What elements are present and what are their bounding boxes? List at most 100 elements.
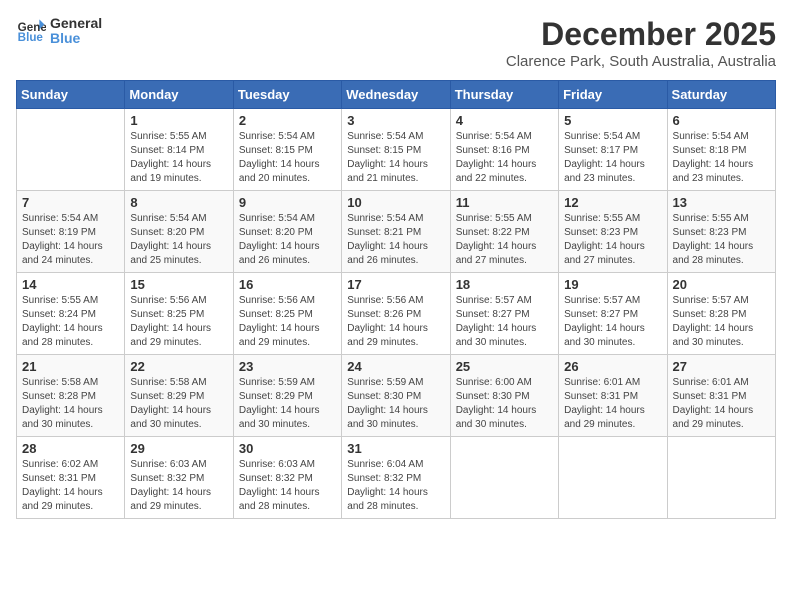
calendar-cell <box>17 109 125 191</box>
day-number: 24 <box>347 359 444 374</box>
day-info: Sunrise: 5:56 AM Sunset: 8:25 PM Dayligh… <box>239 294 336 350</box>
day-info: Sunrise: 5:56 AM Sunset: 8:25 PM Dayligh… <box>130 294 227 350</box>
day-info: Sunrise: 6:03 AM Sunset: 8:32 PM Dayligh… <box>130 458 227 514</box>
day-info: Sunrise: 5:54 AM Sunset: 8:20 PM Dayligh… <box>239 212 336 268</box>
day-info: Sunrise: 5:57 AM Sunset: 8:28 PM Dayligh… <box>673 294 770 350</box>
calendar-week-1: 1Sunrise: 5:55 AM Sunset: 8:14 PM Daylig… <box>17 109 776 191</box>
calendar-header-row: SundayMondayTuesdayWednesdayThursdayFrid… <box>17 81 776 109</box>
day-number: 2 <box>239 113 336 128</box>
logo-general: General <box>50 16 102 31</box>
calendar-cell: 19 Sunrise: 5:57 AM Sunset: 8:27 PM Dayli… <box>559 273 667 355</box>
header-monday: Monday <box>125 81 233 109</box>
day-number: 30 <box>239 441 336 456</box>
day-number: 7 <box>22 195 119 210</box>
day-info: Sunrise: 5:54 AM Sunset: 8:18 PM Dayligh… <box>673 130 770 186</box>
day-info: Sunrise: 6:04 AM Sunset: 8:32 PM Dayligh… <box>347 458 444 514</box>
calendar-body: 1Sunrise: 5:55 AM Sunset: 8:14 PM Daylig… <box>17 109 776 519</box>
calendar-cell: 20Sunrise: 5:57 AM Sunset: 8:28 PM Dayli… <box>667 273 775 355</box>
day-info: Sunrise: 5:55 AM Sunset: 8:24 PM Dayligh… <box>22 294 119 350</box>
calendar-title: December 2025 <box>506 16 776 53</box>
day-number: 5 <box>564 113 661 128</box>
svg-text:Blue: Blue <box>18 31 44 44</box>
header-friday: Friday <box>559 81 667 109</box>
calendar-cell: 13 Sunrise: 5:55 AM Sunset: 8:23 PM Dayli… <box>667 191 775 273</box>
day-info: Sunrise: 5:58 AM Sunset: 8:28 PM Dayligh… <box>22 376 119 432</box>
calendar-cell: 21 Sunrise: 5:58 AM Sunset: 8:28 PM Dayli… <box>17 355 125 437</box>
day-number: 28 <box>22 441 119 456</box>
day-number: 15 <box>130 277 227 292</box>
header-tuesday: Tuesday <box>233 81 341 109</box>
calendar-cell: 4 Sunrise: 5:54 AM Sunset: 8:16 PM Daylig… <box>450 109 558 191</box>
calendar-cell: 9 Sunrise: 5:54 AM Sunset: 8:20 PM Daylig… <box>233 191 341 273</box>
calendar-week-4: 21 Sunrise: 5:58 AM Sunset: 8:28 PM Dayli… <box>17 355 776 437</box>
page-header: General Blue General Blue December 2025 … <box>16 16 776 70</box>
day-info: Sunrise: 5:55 AM Sunset: 8:23 PM Dayligh… <box>564 212 661 268</box>
calendar-week-2: 7 Sunrise: 5:54 AM Sunset: 8:19 PM Daylig… <box>17 191 776 273</box>
day-number: 10 <box>347 195 444 210</box>
calendar-cell: 28Sunrise: 6:02 AM Sunset: 8:31 PM Dayli… <box>17 437 125 519</box>
day-info: Sunrise: 5:56 AM Sunset: 8:26 PM Dayligh… <box>347 294 444 350</box>
calendar-cell: 1Sunrise: 5:55 AM Sunset: 8:14 PM Daylig… <box>125 109 233 191</box>
logo-blue: Blue <box>50 31 102 46</box>
day-number: 25 <box>456 359 553 374</box>
day-info: Sunrise: 5:54 AM Sunset: 8:17 PM Dayligh… <box>564 130 661 186</box>
calendar-cell: 8 Sunrise: 5:54 AM Sunset: 8:20 PM Daylig… <box>125 191 233 273</box>
day-number: 23 <box>239 359 336 374</box>
day-number: 3 <box>347 113 444 128</box>
day-info: Sunrise: 5:55 AM Sunset: 8:22 PM Dayligh… <box>456 212 553 268</box>
day-number: 11 <box>456 195 553 210</box>
day-info: Sunrise: 5:54 AM Sunset: 8:16 PM Dayligh… <box>456 130 553 186</box>
calendar-cell: 22Sunrise: 5:58 AM Sunset: 8:29 PM Dayli… <box>125 355 233 437</box>
day-number: 31 <box>347 441 444 456</box>
day-info: Sunrise: 6:01 AM Sunset: 8:31 PM Dayligh… <box>564 376 661 432</box>
title-area: December 2025 Clarence Park, South Austr… <box>506 16 776 70</box>
day-number: 21 <box>22 359 119 374</box>
day-info: Sunrise: 5:59 AM Sunset: 8:29 PM Dayligh… <box>239 376 336 432</box>
calendar-cell <box>450 437 558 519</box>
calendar-cell <box>559 437 667 519</box>
day-info: Sunrise: 5:58 AM Sunset: 8:29 PM Dayligh… <box>130 376 227 432</box>
day-info: Sunrise: 5:57 AM Sunset: 8:27 PM Dayligh… <box>456 294 553 350</box>
header-thursday: Thursday <box>450 81 558 109</box>
day-number: 29 <box>130 441 227 456</box>
calendar-cell: 12Sunrise: 5:55 AM Sunset: 8:23 PM Dayli… <box>559 191 667 273</box>
day-number: 18 <box>456 277 553 292</box>
day-number: 1 <box>130 113 227 128</box>
calendar-cell: 7 Sunrise: 5:54 AM Sunset: 8:19 PM Daylig… <box>17 191 125 273</box>
calendar-cell <box>667 437 775 519</box>
day-number: 16 <box>239 277 336 292</box>
calendar-week-5: 28Sunrise: 6:02 AM Sunset: 8:31 PM Dayli… <box>17 437 776 519</box>
calendar-cell: 10 Sunrise: 5:54 AM Sunset: 8:21 PM Dayli… <box>342 191 450 273</box>
day-info: Sunrise: 5:54 AM Sunset: 8:20 PM Dayligh… <box>130 212 227 268</box>
day-number: 13 <box>673 195 770 210</box>
header-saturday: Saturday <box>667 81 775 109</box>
calendar-cell: 5 Sunrise: 5:54 AM Sunset: 8:17 PM Daylig… <box>559 109 667 191</box>
calendar-cell: 14Sunrise: 5:55 AM Sunset: 8:24 PM Dayli… <box>17 273 125 355</box>
calendar-table: SundayMondayTuesdayWednesdayThursdayFrid… <box>16 80 776 519</box>
day-info: Sunrise: 5:54 AM Sunset: 8:21 PM Dayligh… <box>347 212 444 268</box>
day-info: Sunrise: 6:03 AM Sunset: 8:32 PM Dayligh… <box>239 458 336 514</box>
day-number: 19 <box>564 277 661 292</box>
day-info: Sunrise: 5:59 AM Sunset: 8:30 PM Dayligh… <box>347 376 444 432</box>
calendar-cell: 31 Sunrise: 6:04 AM Sunset: 8:32 PM Dayli… <box>342 437 450 519</box>
day-info: Sunrise: 5:57 AM Sunset: 8:27 PM Dayligh… <box>564 294 661 350</box>
day-number: 17 <box>347 277 444 292</box>
day-info: Sunrise: 5:55 AM Sunset: 8:23 PM Dayligh… <box>673 212 770 268</box>
calendar-cell: 6Sunrise: 5:54 AM Sunset: 8:18 PM Daylig… <box>667 109 775 191</box>
calendar-cell: 18 Sunrise: 5:57 AM Sunset: 8:27 PM Dayli… <box>450 273 558 355</box>
calendar-cell: 25Sunrise: 6:00 AM Sunset: 8:30 PM Dayli… <box>450 355 558 437</box>
day-number: 9 <box>239 195 336 210</box>
calendar-cell: 3 Sunrise: 5:54 AM Sunset: 8:15 PM Daylig… <box>342 109 450 191</box>
day-number: 4 <box>456 113 553 128</box>
calendar-cell: 15 Sunrise: 5:56 AM Sunset: 8:25 PM Dayli… <box>125 273 233 355</box>
day-info: Sunrise: 5:54 AM Sunset: 8:15 PM Dayligh… <box>347 130 444 186</box>
calendar-cell: 11 Sunrise: 5:55 AM Sunset: 8:22 PM Dayli… <box>450 191 558 273</box>
header-wednesday: Wednesday <box>342 81 450 109</box>
day-info: Sunrise: 5:54 AM Sunset: 8:19 PM Dayligh… <box>22 212 119 268</box>
calendar-cell: 24 Sunrise: 5:59 AM Sunset: 8:30 PM Dayli… <box>342 355 450 437</box>
day-number: 8 <box>130 195 227 210</box>
calendar-cell: 26Sunrise: 6:01 AM Sunset: 8:31 PM Dayli… <box>559 355 667 437</box>
logo: General Blue General Blue <box>16 16 102 47</box>
calendar-cell: 16 Sunrise: 5:56 AM Sunset: 8:25 PM Dayli… <box>233 273 341 355</box>
day-info: Sunrise: 5:54 AM Sunset: 8:15 PM Dayligh… <box>239 130 336 186</box>
